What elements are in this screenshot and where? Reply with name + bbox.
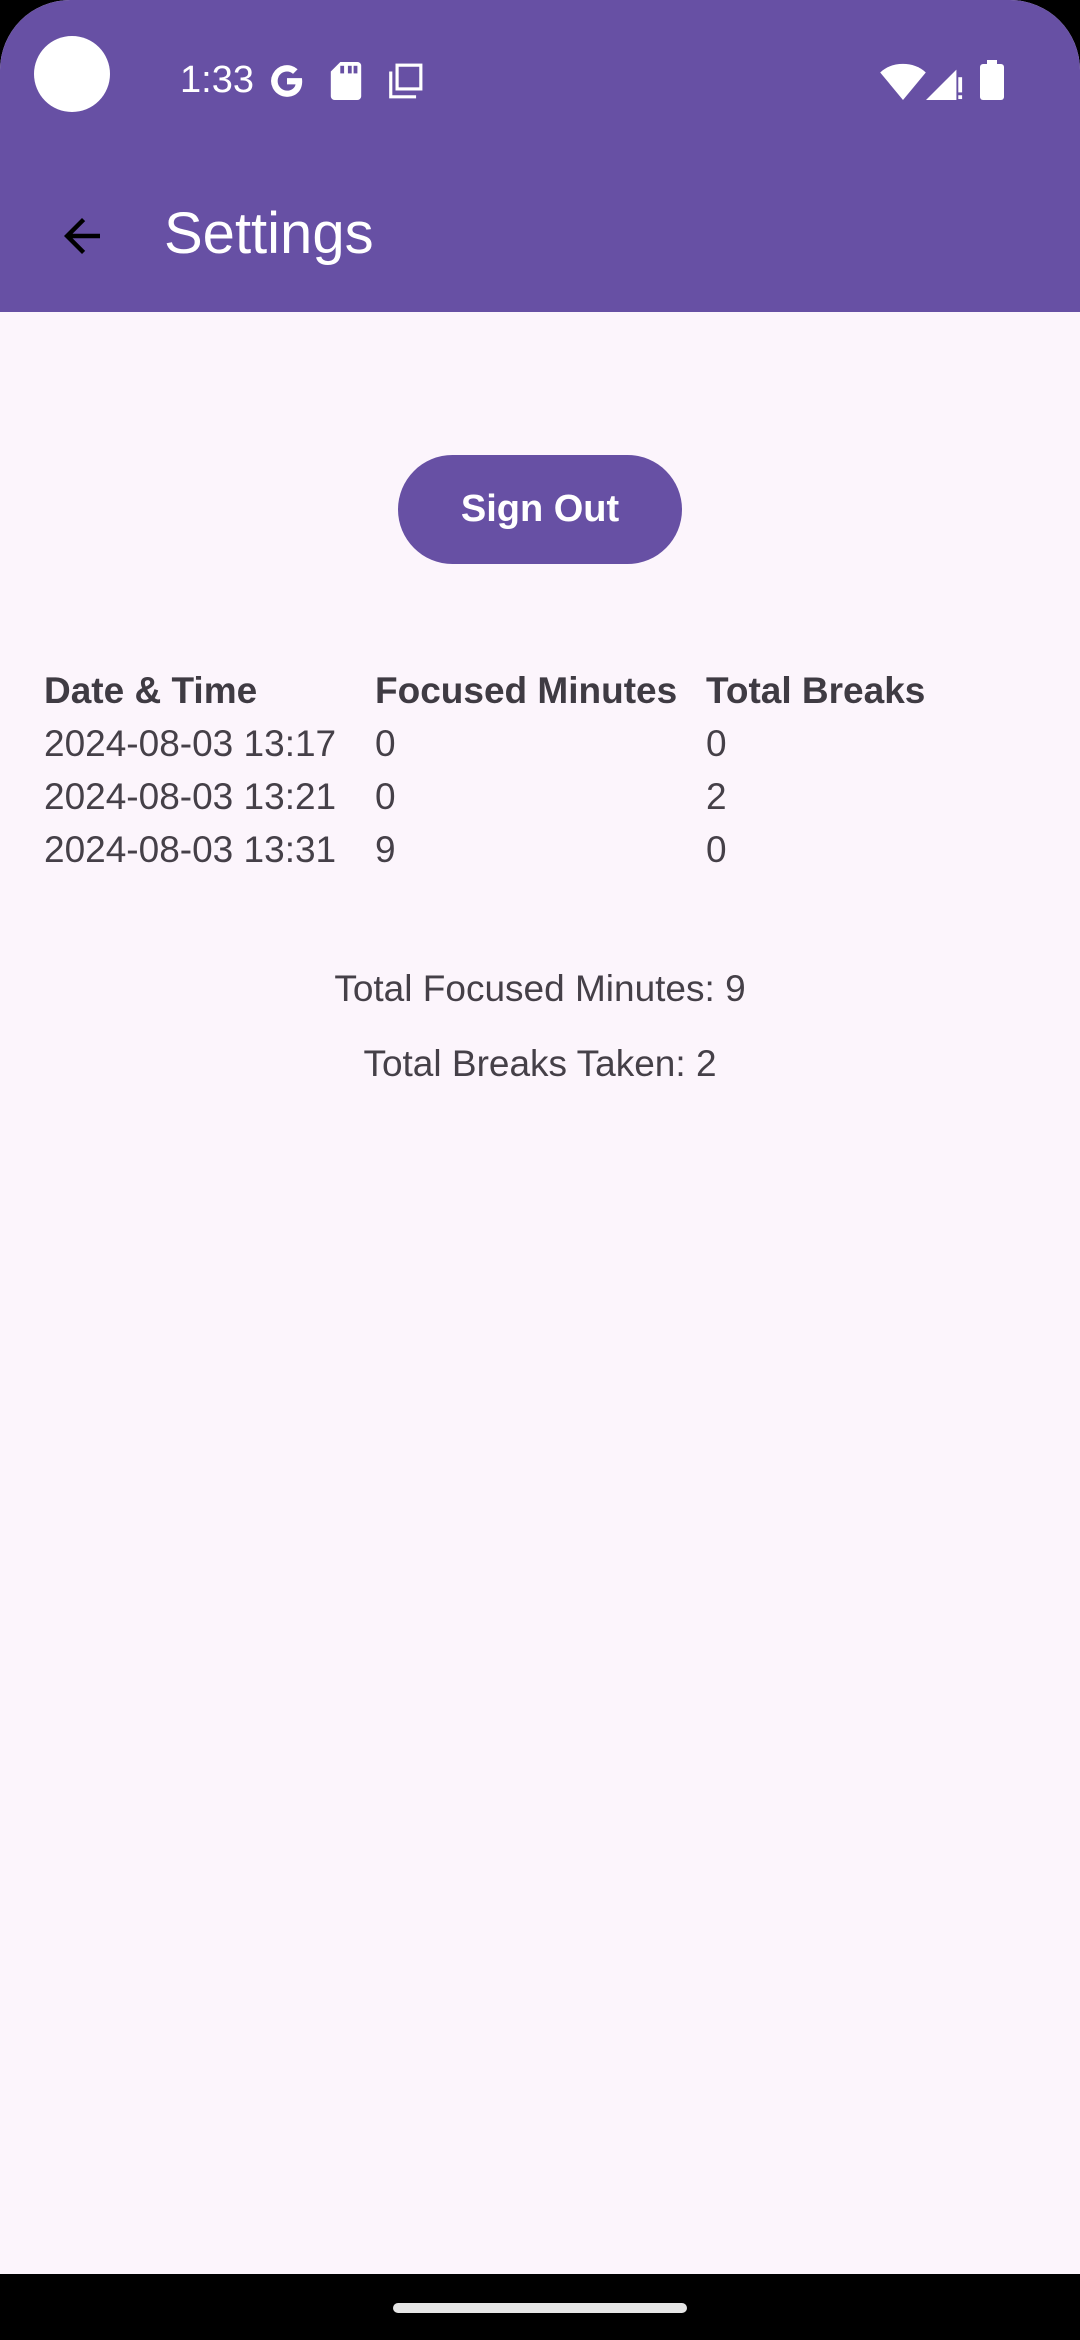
cell-total-breaks: 0 bbox=[706, 828, 727, 870]
sign-out-button[interactable]: Sign Out bbox=[398, 455, 682, 564]
cell-focused-minutes: 0 bbox=[375, 775, 396, 817]
cell-date-time: 2024-08-03 13:17 bbox=[44, 722, 337, 764]
cell-total-breaks: 2 bbox=[706, 775, 727, 817]
cell-focused-minutes: 0 bbox=[375, 722, 396, 764]
sd-card-icon bbox=[330, 62, 362, 100]
status-bar: 1:33 bbox=[0, 0, 1080, 160]
total-breaks-taken: Total Breaks Taken: 2 bbox=[363, 1043, 717, 1084]
header-focused-minutes: Focused Minutes bbox=[375, 669, 678, 711]
total-focused-minutes: Total Focused Minutes: 9 bbox=[334, 968, 746, 1009]
cell-date-time: 2024-08-03 13:31 bbox=[44, 828, 337, 870]
wifi-icon bbox=[880, 63, 926, 100]
back-button[interactable] bbox=[32, 186, 132, 286]
sessions-table: Date & Time Focused Minutes Total Breaks… bbox=[44, 664, 956, 876]
cell-total-breaks: 0 bbox=[706, 722, 727, 764]
table-header: Date & Time Focused Minutes Total Breaks bbox=[44, 664, 956, 717]
table-row: 2024-08-03 13:21 0 2 bbox=[44, 770, 956, 823]
home-gesture-handle[interactable] bbox=[393, 2303, 687, 2313]
google-icon bbox=[271, 65, 303, 97]
app-bar: Settings bbox=[0, 160, 1080, 312]
page-title: Settings bbox=[164, 201, 374, 266]
status-time: 1:33 bbox=[180, 59, 254, 101]
table-row: 2024-08-03 13:31 9 0 bbox=[44, 823, 956, 876]
arrow-back-icon bbox=[64, 218, 100, 254]
table-row: 2024-08-03 13:17 0 0 bbox=[44, 717, 956, 770]
battery-icon bbox=[980, 60, 1004, 100]
settings-screen: 1:33 Settings Sign Out Date & Time Focus… bbox=[0, 0, 1080, 2340]
header-total-breaks: Total Breaks bbox=[706, 669, 926, 711]
camera-cutout bbox=[34, 36, 110, 112]
copy-icon bbox=[389, 63, 423, 99]
cell-date-time: 2024-08-03 13:21 bbox=[44, 775, 337, 817]
header-date-time: Date & Time bbox=[44, 669, 258, 711]
cell-focused-minutes: 9 bbox=[375, 828, 396, 870]
signal-icon bbox=[926, 69, 963, 100]
